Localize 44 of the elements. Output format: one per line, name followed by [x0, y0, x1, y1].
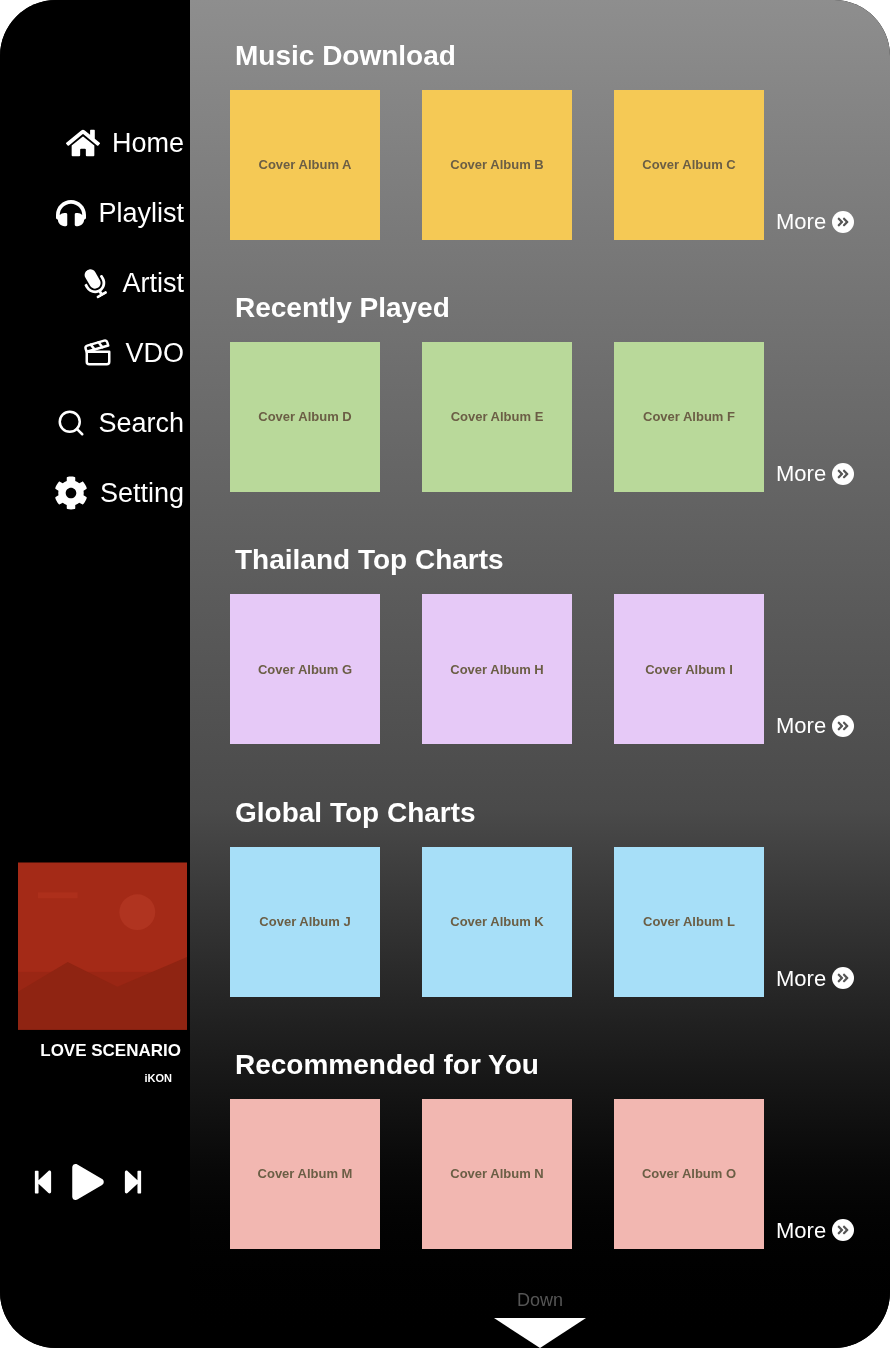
album-cover[interactable]: Cover Album I [614, 594, 764, 745]
artist-name: iKON [143, 1070, 173, 1086]
album-cover[interactable]: Cover Album O [614, 1098, 764, 1249]
section-title: Recommended for You [234, 1047, 539, 1082]
album-cover[interactable]: Cover Album H [422, 594, 572, 745]
album-cover[interactable]: Cover Album L [614, 846, 764, 997]
album-cover[interactable]: Cover Album A [230, 90, 380, 240]
nav-item[interactable]: Setting [0, 458, 184, 528]
double-chevron-icon [832, 1219, 855, 1242]
nav-item[interactable]: Playlist [0, 178, 184, 248]
down-arrow-icon[interactable] [494, 1318, 586, 1348]
album-cover[interactable]: Cover Album C [614, 90, 764, 240]
album-cover[interactable]: Cover Album N [422, 1098, 572, 1249]
more-button[interactable]: More [776, 709, 855, 743]
more-button[interactable]: More [776, 457, 855, 491]
double-chevron-icon [832, 967, 855, 990]
album-cover[interactable]: Cover Album J [230, 846, 380, 997]
nav-item[interactable]: Home [0, 108, 184, 178]
nav-item[interactable]: Search [0, 388, 184, 458]
section-title: Global Top Charts [234, 795, 476, 830]
section-title: Recently Played [234, 291, 450, 326]
album-cover[interactable]: Cover Album M [230, 1098, 380, 1249]
double-chevron-icon [832, 210, 855, 233]
more-button[interactable]: More [776, 961, 855, 995]
album-cover[interactable]: Cover Album B [422, 90, 572, 240]
more-button[interactable]: More [776, 1213, 855, 1247]
album-cover[interactable]: Cover Album G [230, 594, 380, 745]
double-chevron-icon [832, 462, 855, 485]
nav-item[interactable]: Artist [0, 248, 184, 318]
album-cover[interactable]: Cover Album E [422, 342, 572, 493]
scroll-hint: Down [517, 1289, 563, 1312]
double-chevron-icon [832, 714, 855, 737]
album-cover[interactable]: Cover Album F [614, 342, 764, 493]
song-title: LOVE SCENARIO [39, 1040, 182, 1062]
settings-icon [53, 476, 88, 510]
section-title: Thailand Top Charts [234, 543, 504, 578]
album-cover[interactable]: Cover Album D [230, 342, 380, 493]
clapperboard-icon [83, 338, 114, 368]
section-title: Music Download [234, 39, 456, 73]
headphones-icon [56, 198, 87, 228]
more-button[interactable]: More [776, 205, 855, 238]
nav-item[interactable]: VDO [0, 318, 184, 388]
album-cover[interactable]: Cover Album K [422, 846, 572, 997]
play-button[interactable] [70, 1164, 106, 1200]
